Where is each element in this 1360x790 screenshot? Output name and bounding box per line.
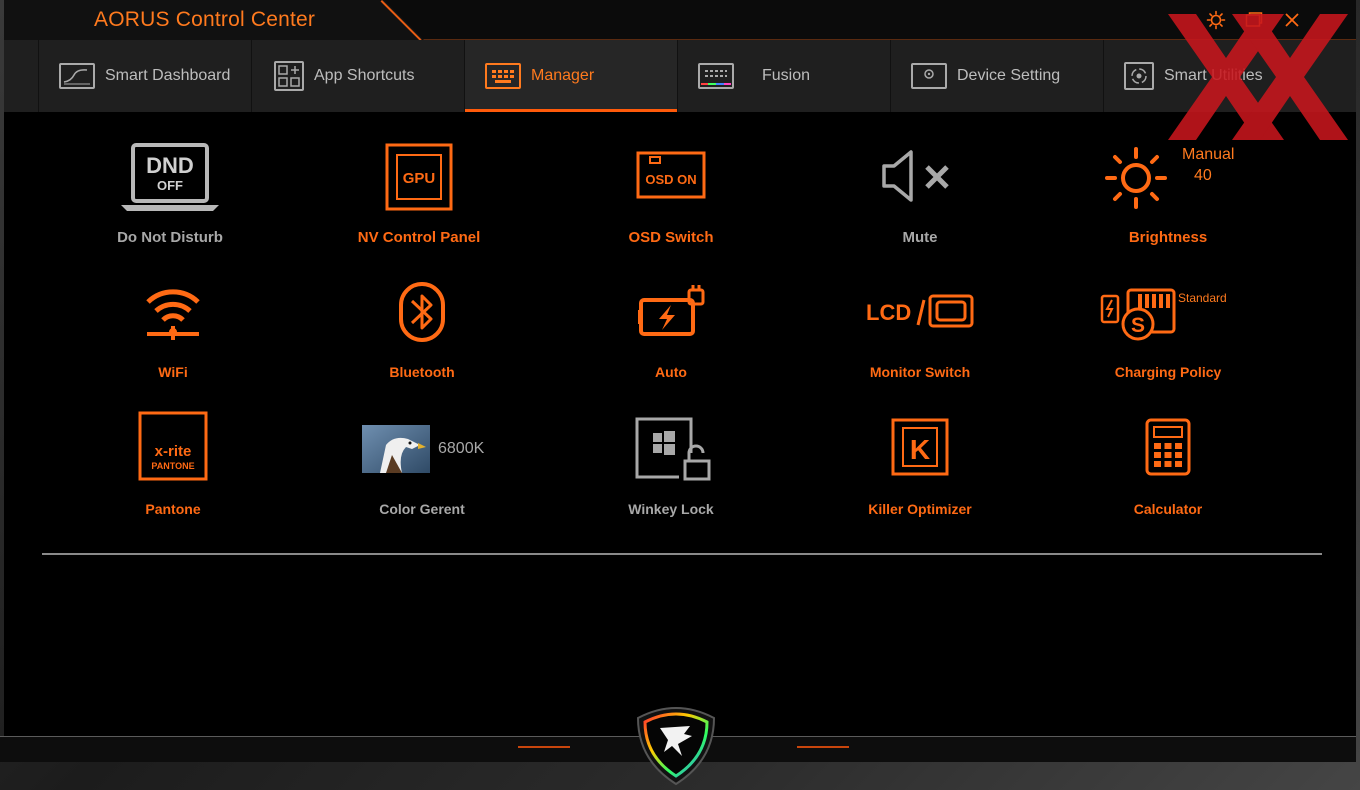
speaker-mute-icon [882,150,949,202]
bottom-accent-right [797,746,849,748]
charging-policy-icon: S [1100,288,1176,341]
dnd-icon-text: DND [146,153,194,178]
apps-grid-icon [274,61,304,91]
toggle-winkey-lock[interactable]: Winkey Lock [581,410,761,522]
wifi-icon [146,289,200,340]
item-label: Monitor Switch [869,364,971,380]
item-label: Auto [655,364,687,380]
item-label: Killer Optimizer [868,501,972,517]
osd-icon: OSD ON [636,151,706,199]
pantone[interactable]: x-rite PANTONE Pantone [83,410,263,522]
item-label: Do Not Disturb [117,229,223,246]
eagle-thumbnail-icon [362,425,430,473]
monitor-switch[interactable]: LCD Monitor Switch [830,280,1010,385]
smart-utilities-icon [1124,62,1154,90]
tab-app-shortcuts[interactable]: App Shortcuts [251,40,464,112]
calculator-icon [1145,418,1191,476]
dashboard-icon [59,63,95,89]
pantone-icon: x-rite PANTONE [138,411,208,481]
charging-policy-text: S [1131,314,1145,337]
toggle-bluetooth[interactable]: Bluetooth [332,280,512,385]
aorus-eagle-logo[interactable] [634,700,718,786]
item-label: Brightness [1128,229,1208,246]
charging-mode: Standard [1178,291,1227,305]
monitor-switch-text: LCD [866,300,911,325]
monitor-switch-icon: LCD [866,294,974,328]
tab-fusion[interactable]: Fusion [677,40,890,112]
keyboard-rgb-icon [698,63,734,89]
app-title: AORUS Control Center [94,8,316,31]
tab-label: Fusion [762,67,811,84]
title-bar[interactable]: AORUS Control Center [4,0,1356,42]
dnd-laptop-icon: DND OFF [121,143,219,211]
pantone-icon-subtext: PANTONE [151,461,194,471]
sun-icon [1105,147,1167,209]
calculator[interactable]: Calculator [1078,410,1258,522]
main-nav: Smart Dashboard App Shortcuts Manager Fu… [4,40,1356,112]
toggle-osd-switch[interactable]: OSD ON OSD Switch [581,140,761,250]
gpu-icon: GPU [385,143,453,211]
item-label: Charging Policy [1114,364,1222,380]
tab-label: App Shortcuts [314,67,415,84]
battery-plug-icon [638,285,705,336]
app-window: AORUS Control Center Smart Dashboard App… [4,0,1356,762]
manager-keyboard-icon [485,63,521,89]
section-divider [42,553,1322,555]
item-label: NV Control Panel [357,229,481,246]
item-label: Winkey Lock [628,501,714,517]
tab-device-setting[interactable]: Device Setting [890,40,1103,112]
color-gerent[interactable]: 6800K Color Gerent [332,410,512,522]
tab-label: Manager [531,67,595,84]
monitor-gear-icon [911,63,947,89]
item-label: OSD Switch [628,229,714,246]
dnd-icon-subtext: OFF [157,178,183,193]
brightness-mode: Manual [1182,146,1235,163]
brightness-control[interactable]: Manual 40 Brightness [1078,140,1258,250]
bottom-accent-left [518,746,570,748]
killer-optimizer[interactable]: K Killer Optimizer [830,410,1010,522]
power-mode-auto[interactable]: Auto [581,280,761,385]
toggle-mute[interactable]: Mute [830,140,1010,250]
osd-icon-text: OSD ON [645,172,696,187]
tab-label: Smart Dashboard [105,67,231,84]
item-label: Color Gerent [379,501,465,517]
tab-manager[interactable]: Manager [464,40,677,112]
brightness-value: 40 [1194,167,1212,184]
bluetooth-icon [399,282,445,342]
toggle-do-not-disturb[interactable]: DND OFF Do Not Disturb [80,140,260,250]
item-label: Pantone [145,501,201,517]
item-label: WiFi [158,364,188,380]
charging-policy[interactable]: S Standard Charging Policy [1078,280,1258,385]
pantone-icon-text: x-rite [155,443,192,460]
toggle-wifi[interactable]: WiFi [83,280,263,385]
windows-lock-icon [635,417,711,481]
item-label: Mute [902,229,938,246]
toggle-nv-control-panel[interactable]: GPU NV Control Panel [329,140,509,250]
killer-icon-text: K [910,434,930,465]
item-label: Calculator [1133,501,1203,517]
gpu-icon-text: GPU [403,170,436,187]
tab-label: Device Setting [957,67,1061,84]
tab-smart-dashboard[interactable]: Smart Dashboard [38,40,251,112]
item-label: Bluetooth [389,364,455,380]
watermark-logo [1168,14,1348,140]
color-temperature: 6800K [438,440,485,457]
killer-k-icon: K [891,418,949,476]
